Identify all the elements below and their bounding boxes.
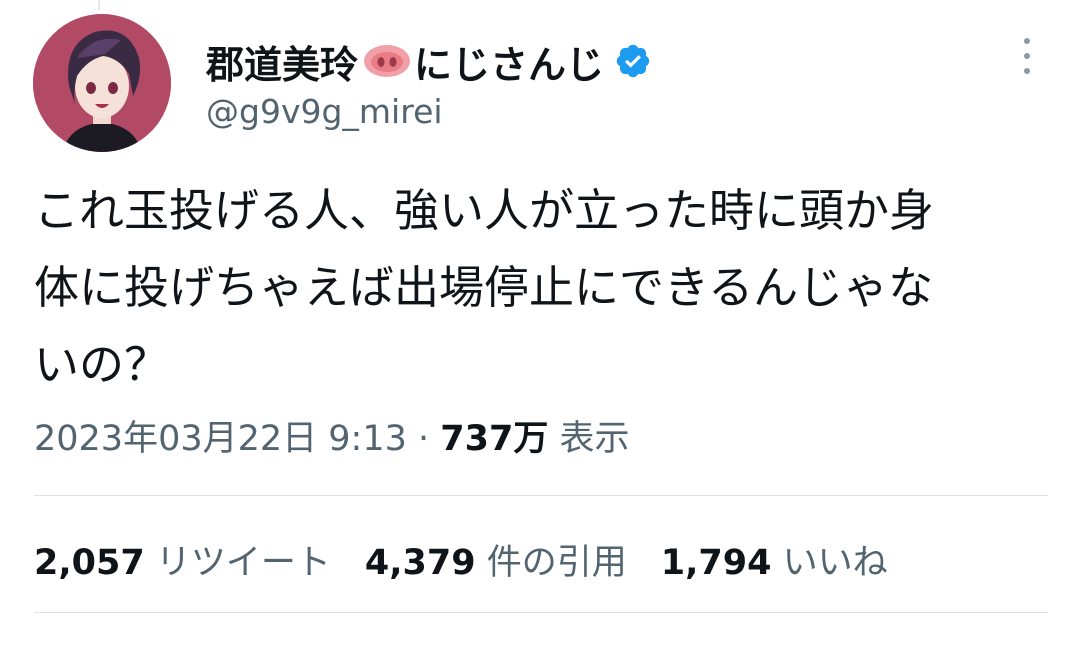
- retweets-stat[interactable]: 2,057 リツイート: [34, 543, 331, 583]
- more-options-icon[interactable]: [1012, 38, 1042, 74]
- views-label: 表示: [559, 419, 630, 459]
- meta-separator: ·: [406, 419, 441, 459]
- likes-label: いいね: [782, 543, 888, 583]
- quotes-count: 4,379: [364, 543, 476, 583]
- tweet-meta: 2023年03月22日 9:13 · 737万 表示: [34, 410, 629, 461]
- avatar[interactable]: [33, 14, 171, 152]
- views-count: 737万: [440, 419, 549, 459]
- likes-count: 1,794: [660, 543, 772, 583]
- likes-stat[interactable]: 1,794 いいね: [661, 543, 888, 583]
- quotes-stat[interactable]: 4,379 件の引用: [365, 543, 627, 583]
- display-name[interactable]: 郡道美玲 にじさんじ: [206, 34, 652, 88]
- more-dot: [1024, 53, 1030, 59]
- divider: [34, 495, 1048, 496]
- display-name-affiliation: にじさんじ: [414, 42, 605, 87]
- thread-line: [98, 0, 100, 10]
- engagement-stats: 2,057 リツイート 4,379 件の引用 1,794 いいね: [34, 534, 888, 585]
- tweet-timestamp[interactable]: 2023年03月22日 9:13: [34, 419, 407, 459]
- more-dot: [1024, 38, 1030, 44]
- divider: [34, 612, 1048, 613]
- pig-nose-icon: [364, 45, 411, 77]
- user-handle[interactable]: @g9v9g_mirei: [206, 92, 443, 131]
- retweets-count: 2,057: [34, 543, 145, 583]
- verified-badge-icon: [616, 44, 650, 78]
- tweet-text: これ玉投げる人、強い人が立った時に頭か身 体に投げちゃえば出場停止にできるんじゃ…: [34, 184, 935, 391]
- quotes-label: 件の引用: [486, 543, 627, 583]
- more-dot: [1024, 68, 1030, 74]
- display-name-text: 郡道美玲: [206, 42, 359, 87]
- retweets-label: リツイート: [155, 543, 331, 583]
